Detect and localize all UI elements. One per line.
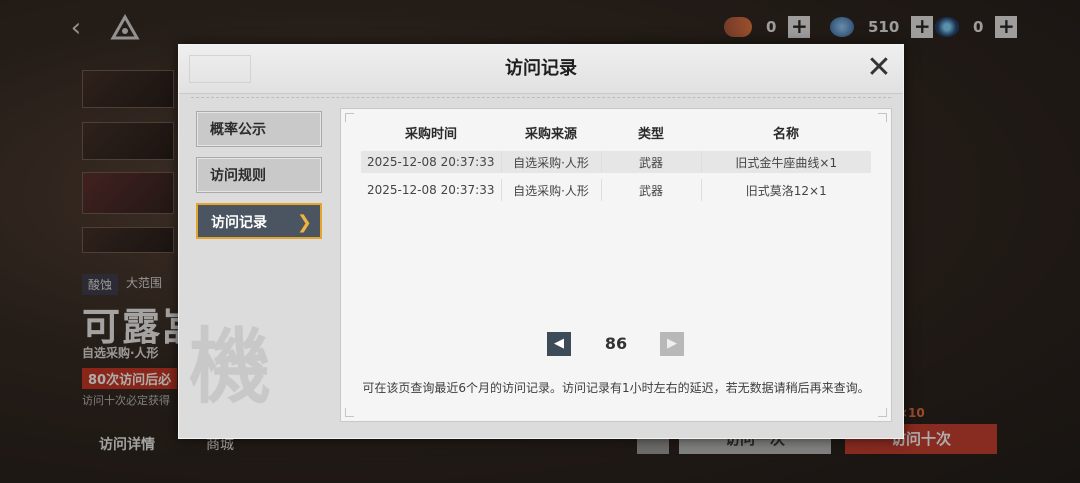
cell-time: 2025-12-08 20:37:33 xyxy=(361,151,501,173)
records-table: 采购时间 采购来源 类型 名称 2025-12-08 20:37:33 自选采购… xyxy=(361,119,871,201)
column-header: 名称 xyxy=(772,126,799,142)
cell-time: 2025-12-08 20:37:33 xyxy=(367,183,495,197)
cell-source: 自选采购·人形 xyxy=(500,151,601,173)
dialog-title: 访问记录 xyxy=(505,58,577,79)
corner-decoration xyxy=(345,113,354,122)
tab-label: 概率公示 xyxy=(210,122,266,138)
cell-name: 旧式莫洛12×1 xyxy=(700,179,871,201)
next-page-button[interactable]: ▶ xyxy=(660,332,684,356)
tab-label: 访问规则 xyxy=(210,168,266,184)
page-number: 86 xyxy=(604,334,628,353)
pagination: ◀ 86 ▶ xyxy=(547,332,685,358)
prev-page-button[interactable]: ◀ xyxy=(547,332,571,356)
watermark-glyph: 機 xyxy=(189,319,272,415)
cell-type: 武器 xyxy=(600,151,701,173)
close-icon[interactable]: ✕ xyxy=(863,53,895,85)
records-panel: 采购时间 采购来源 类型 名称 2025-12-08 20:37:33 自选采购… xyxy=(340,108,892,422)
column-header: 采购来源 xyxy=(524,126,577,142)
tab-rules[interactable]: 访问规则 xyxy=(196,157,322,193)
cell-source: 自选采购·人形 xyxy=(500,179,601,201)
tab-label: 访问记录 xyxy=(211,215,267,231)
visit-record-dialog: 访问记录 ✕ 機 概率公示 访问规则 访问记录 ❯ 采购时间 采购来源 类型 名 xyxy=(178,44,904,439)
cell-type: 武器 xyxy=(600,179,701,201)
column-header: 采购时间 xyxy=(404,126,457,142)
records-notice: 可在该页查询最近6个月的访问记录。访问记录有1小时左右的延迟，若无数据请稍后再来… xyxy=(362,381,870,395)
corner-decoration xyxy=(345,408,354,417)
table-header-row: 采购时间 采购来源 类型 名称 xyxy=(361,119,871,145)
corner-decoration xyxy=(878,113,887,122)
table-row: 2025-12-08 20:37:33 自选采购·人形 武器 旧式莫洛12×1 xyxy=(361,179,871,201)
tab-probability[interactable]: 概率公示 xyxy=(196,111,322,147)
cell-name: 旧式金牛座曲线×1 xyxy=(700,151,871,173)
tab-records[interactable]: 访问记录 ❯ xyxy=(196,203,322,239)
corner-decoration xyxy=(878,408,887,417)
chevron-right-icon: ❯ xyxy=(296,212,312,233)
decorative-divider xyxy=(191,97,891,102)
column-header: 类型 xyxy=(637,126,664,142)
dialog-header: 访问记录 ✕ xyxy=(179,45,903,94)
dialog-sidebar: 概率公示 访问规则 访问记录 ❯ xyxy=(196,111,326,249)
table-row: 2025-12-08 20:37:33 自选采购·人形 武器 旧式金牛座曲线×1 xyxy=(361,151,871,173)
